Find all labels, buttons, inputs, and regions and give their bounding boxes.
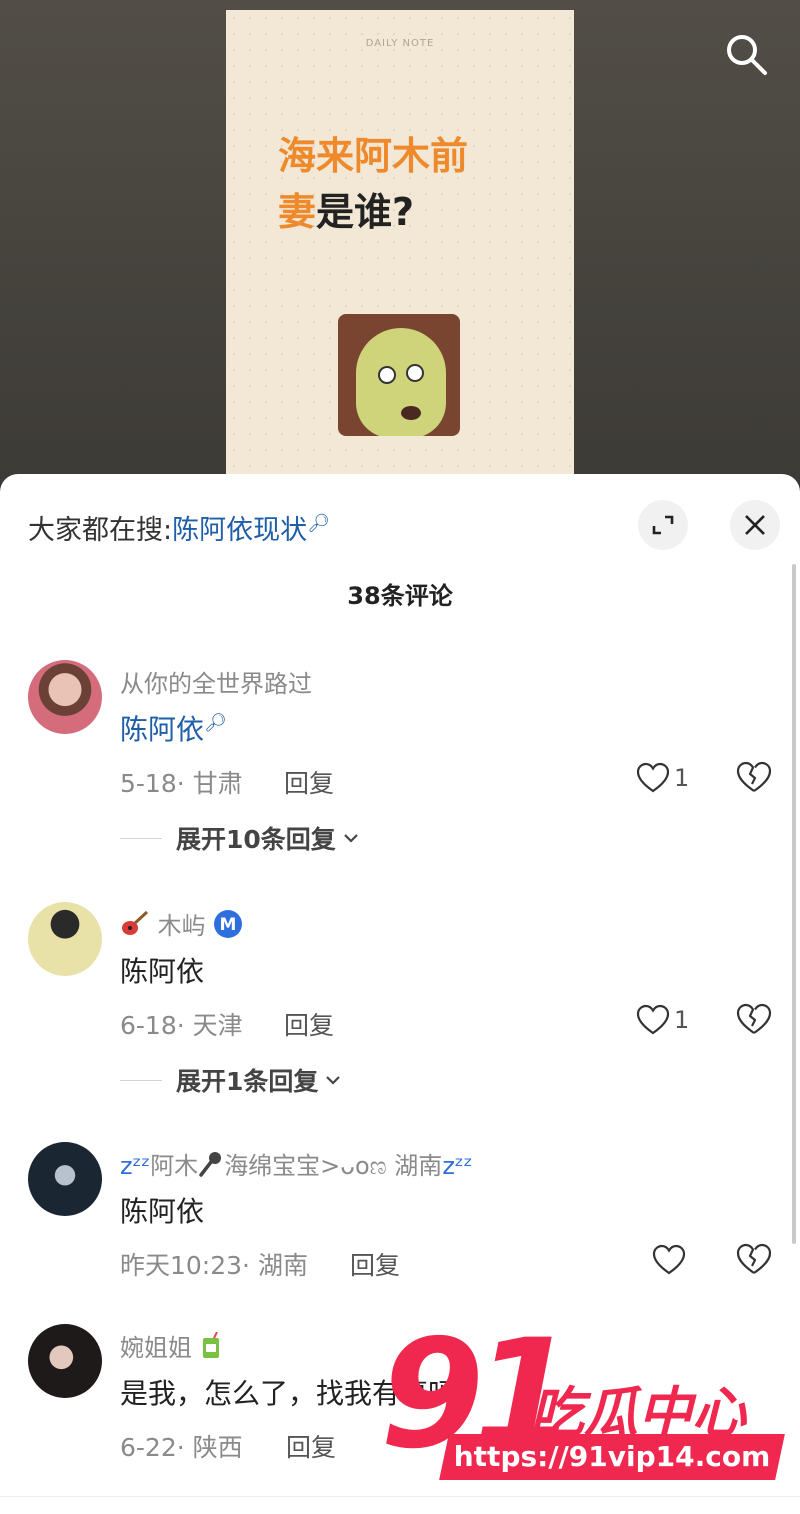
avatar[interactable]: [28, 1142, 102, 1216]
like-button[interactable]: 1: [636, 760, 689, 796]
video-player[interactable]: DAILY NOTE 海来阿木前 妻是谁?: [0, 0, 800, 480]
comment-text: 陈阿依: [120, 955, 205, 988]
broken-heart-icon: [736, 1243, 772, 1274]
avatar[interactable]: [28, 1324, 102, 1398]
expand-replies[interactable]: 展开1条回复: [120, 1062, 342, 1098]
comment-text[interactable]: 陈阿依🔎︎: [120, 708, 227, 748]
hot-search-bar[interactable]: 大家都在搜:陈阿依现状🔎︎: [28, 508, 330, 547]
comment-username[interactable]: 从你的全世界路过: [120, 664, 312, 699]
reply-button[interactable]: 回复: [350, 1246, 400, 1282]
microphone-emoji-icon: [198, 1150, 224, 1184]
comment-text: 陈阿依: [120, 1195, 205, 1228]
guitar-emoji-icon: [120, 910, 150, 944]
svg-text:M: M: [220, 915, 237, 935]
chevron-down-icon: [344, 834, 358, 843]
watermark-url: https://91vip14.com: [453, 1440, 771, 1473]
expand-replies[interactable]: 展开10条回复: [120, 820, 360, 856]
watermark-url-banner: https://91vip14.com: [439, 1434, 785, 1480]
hot-search-term[interactable]: 陈阿依现状: [172, 515, 307, 546]
comment-username[interactable]: zᶻᶻ阿木 海绵宝宝>ᴗoಣ 湖南zᶻᶻ: [120, 1146, 473, 1184]
scrollbar[interactable]: [792, 564, 796, 1244]
expand-replies-label: 展开1条回复: [176, 1067, 319, 1096]
dislike-button[interactable]: [736, 760, 772, 796]
heart-icon: [652, 1244, 686, 1275]
meme-image: [338, 314, 460, 436]
comment-username[interactable]: 木屿 M: [120, 906, 243, 945]
comment-username[interactable]: 婉姐姐: [120, 1328, 222, 1366]
video-title-line1: 海来阿木前: [278, 134, 469, 178]
reply-button[interactable]: 回复: [286, 1428, 336, 1464]
close-button[interactable]: [730, 500, 780, 550]
comment-meta: 6-22· 陕西: [120, 1433, 243, 1462]
broken-heart-icon: [736, 761, 772, 792]
like-count: 1: [674, 1006, 690, 1034]
juice-box-emoji-icon: [200, 1331, 222, 1366]
like-button[interactable]: 1: [636, 1002, 689, 1038]
reply-button[interactable]: 回复: [284, 1006, 334, 1042]
search-icon[interactable]: [722, 30, 770, 78]
avatar[interactable]: [28, 660, 102, 734]
heart-icon: [636, 762, 670, 793]
comment-meta: 昨天10:23· 湖南: [120, 1251, 308, 1280]
broken-heart-icon: [736, 1003, 772, 1034]
hot-search-prefix: 大家都在搜:: [28, 515, 173, 546]
m-badge-icon: M: [213, 909, 243, 945]
search-icon: 🔎︎: [204, 712, 227, 734]
dislike-button[interactable]: [736, 1002, 772, 1038]
comment-meta: 5-18· 甘肃: [120, 769, 243, 798]
expand-button[interactable]: [638, 500, 688, 550]
brand-label: DAILY NOTE: [365, 38, 435, 49]
reply-button[interactable]: 回复: [284, 764, 334, 800]
avatar[interactable]: [28, 902, 102, 976]
comment-count: 38条评论: [347, 582, 453, 610]
heart-icon: [636, 1004, 670, 1035]
expand-replies-label: 展开10条回复: [176, 825, 336, 854]
video-title-highlight: 妻: [278, 190, 317, 234]
video-title-rest: 是谁?: [316, 190, 415, 234]
video-title: 海来阿木前 妻是谁?: [278, 128, 468, 240]
search-icon: 🔎︎: [307, 513, 330, 534]
watermark-logo: 91 吃瓜中心 https://91vip14.com: [380, 1320, 790, 1490]
video-frame: DAILY NOTE 海来阿木前 妻是谁?: [226, 10, 574, 478]
comment-meta: 6-18· 天津: [120, 1011, 243, 1040]
like-button[interactable]: [652, 1242, 686, 1278]
chevron-down-icon: [326, 1076, 341, 1085]
dislike-button[interactable]: [736, 1242, 772, 1278]
divider: [0, 1496, 800, 1497]
like-count: 1: [674, 764, 690, 792]
